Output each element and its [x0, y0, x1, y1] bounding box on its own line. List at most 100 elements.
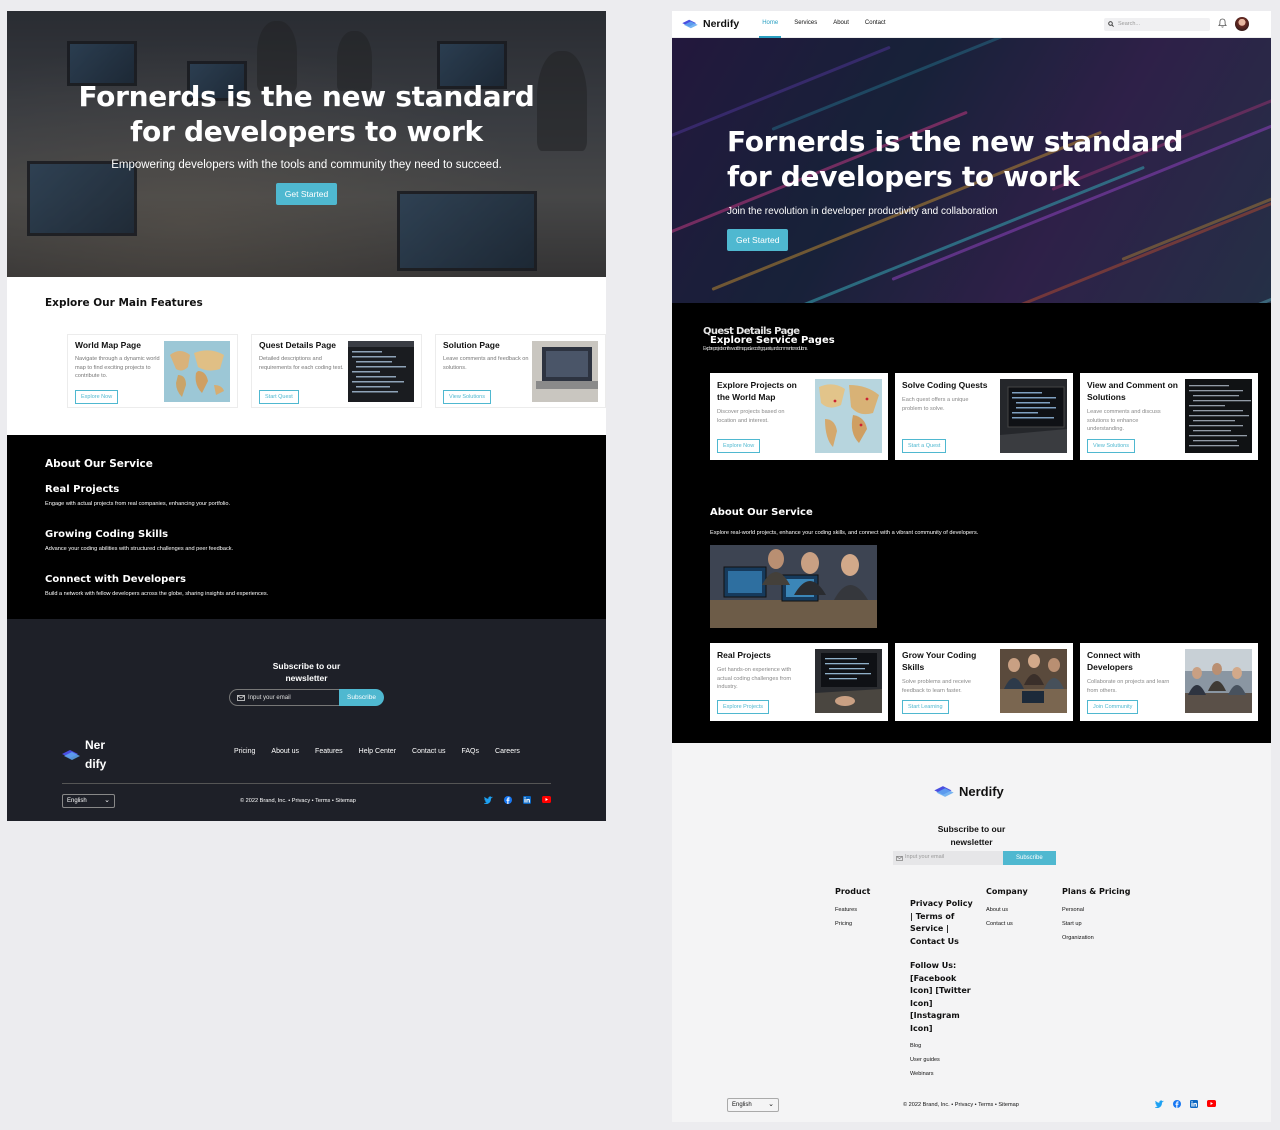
right-footer: Nerdify Subscribe to our newsletter Inpu…	[672, 743, 1271, 1122]
laptop-code-image	[1000, 379, 1067, 453]
start-quest-button[interactable]: Start a Quest	[902, 439, 947, 453]
coding-laptop-image	[815, 649, 882, 713]
newsletter-title-text: Subscribe to our newsletter	[937, 824, 1006, 847]
footer-link-features[interactable]: Features	[835, 907, 870, 913]
view-solutions-button[interactable]: View Solutions	[443, 390, 491, 404]
footer-brand[interactable]: Nerdify	[934, 784, 1004, 799]
start-quest-button[interactable]: Start Quest	[259, 390, 299, 404]
card-desc: Solve problems and receive feedback to l…	[902, 679, 972, 694]
about-item-title: Connect with Developers	[45, 574, 186, 585]
explore-projects-button[interactable]: Explore Projects	[717, 700, 770, 714]
footer-link-features[interactable]: Features	[315, 748, 343, 755]
join-community-button[interactable]: Join Community	[1087, 700, 1139, 714]
laptop-image	[532, 341, 598, 402]
about-card-real-projects: Real Projects Get hands-on experience wi…	[710, 643, 888, 721]
footer-link-faqs[interactable]: FAQs	[462, 748, 480, 755]
footer-link-about-us[interactable]: About us	[986, 907, 1028, 913]
footer-col-product: Product Features Pricing	[835, 886, 870, 935]
linkedin-icon[interactable]	[523, 796, 531, 804]
subscribe-button[interactable]: Subscribe	[339, 689, 384, 706]
footer-link-contact-us[interactable]: Contact us	[986, 921, 1028, 927]
language-value: English	[732, 1102, 752, 1108]
footer-link-careers[interactable]: Careers	[495, 748, 520, 755]
right-hero: Fornerds is the new standard for develop…	[672, 38, 1271, 303]
explore-section: Quest Details Page Explore projects on t…	[672, 303, 1271, 483]
email-placeholder: Input your email	[905, 854, 945, 860]
facebook-icon[interactable]	[1173, 1100, 1181, 1108]
meeting-image	[1185, 649, 1252, 713]
social-links	[484, 796, 551, 804]
card-title: Explore Projects on the World Map	[717, 380, 797, 402]
footer-link-user-guides[interactable]: User guides	[910, 1057, 974, 1063]
language-value: English	[67, 798, 87, 804]
nav-about[interactable]: About	[830, 11, 852, 38]
explore-now-button[interactable]: Explore Now	[717, 439, 761, 453]
overlapping-text: Explore projects on the world map, solve…	[703, 346, 808, 352]
card-desc: Each quest offers a unique problem to so…	[902, 397, 969, 412]
bell-icon[interactable]	[1218, 18, 1227, 28]
explore-now-button[interactable]: Explore Now	[75, 390, 119, 404]
footer-link-pricing[interactable]: Pricing	[835, 921, 870, 927]
language-select[interactable]: English ⌄	[727, 1098, 779, 1112]
about-title: About Our Service	[45, 458, 153, 470]
get-started-button[interactable]: Get Started	[727, 229, 789, 251]
footer-link-organization[interactable]: Organization	[1062, 935, 1130, 941]
subscribe-button[interactable]: Subscribe	[1003, 851, 1056, 865]
card-desc: Collaborate on projects and learn from o…	[1087, 679, 1170, 694]
language-select[interactable]: English ⌄	[62, 794, 115, 808]
footer-link-contact[interactable]: Contact us	[412, 748, 445, 755]
nav-home[interactable]: Home	[759, 11, 782, 38]
avatar[interactable]	[1235, 17, 1249, 31]
mail-icon	[237, 695, 245, 701]
youtube-icon[interactable]	[1207, 1100, 1216, 1107]
view-solutions-button[interactable]: View Solutions	[1087, 439, 1135, 453]
footer-link-startup[interactable]: Start up	[1062, 921, 1130, 927]
footer-col-legal: Privacy Policy | Terms of Service | Cont…	[910, 898, 974, 1085]
email-input[interactable]: Input your email	[893, 851, 1003, 865]
features-section: Explore Our Main Features World Map Page…	[7, 277, 606, 435]
newsletter-title: Subscribe to our newsletter	[672, 823, 1271, 848]
brand-name: Nerdify	[703, 18, 740, 30]
team-photo	[710, 545, 877, 628]
left-footer: Subscribe to our newsletter Input your e…	[7, 619, 606, 821]
nav-contact[interactable]: Contact	[862, 11, 889, 38]
left-hero: Fornerds is the new standard for develop…	[7, 11, 606, 277]
footer-link-help[interactable]: Help Center	[359, 748, 396, 755]
footer-link-webinars[interactable]: Webinars	[910, 1071, 974, 1077]
brand-name: Nerdify	[959, 784, 1004, 799]
code-screen-image	[1185, 379, 1252, 453]
code-editor-image	[348, 341, 414, 402]
footer-link-personal[interactable]: Personal	[1062, 907, 1130, 913]
footer-link-blog[interactable]: Blog	[910, 1043, 974, 1049]
service-card-world-map: Explore Projects on the World Map Discov…	[710, 373, 888, 460]
email-input[interactable]: Input your email	[229, 689, 340, 706]
copyright: © 2022 Brand, Inc. • Privacy • Terms • S…	[240, 798, 356, 804]
footer-link-about[interactable]: About us	[271, 748, 299, 755]
group-coding-image	[1000, 649, 1067, 713]
brand[interactable]: Nerdify	[682, 18, 739, 30]
twitter-icon[interactable]	[484, 796, 493, 804]
legal-links[interactable]: Privacy Policy | Terms of Service | Cont…	[910, 898, 974, 948]
world-map-image	[164, 341, 230, 402]
footer-link-pricing[interactable]: Pricing	[234, 748, 255, 755]
twitter-icon[interactable]	[1155, 1100, 1164, 1108]
col-title: Product	[835, 887, 871, 896]
email-placeholder: Input your email	[248, 695, 291, 701]
about-title: About Our Service	[710, 507, 813, 518]
facebook-icon[interactable]	[504, 796, 512, 804]
about-section: About Our Service Explore real-world pro…	[672, 483, 1271, 743]
brand-line-2: dify	[85, 757, 107, 771]
card-title: Connect with Developers	[1087, 650, 1141, 672]
linkedin-icon[interactable]	[1190, 1100, 1198, 1108]
footer-col-company: Company About us Contact us	[986, 886, 1028, 935]
hero-subtitle: Empowering developers with the tools and…	[111, 159, 502, 171]
footer-logo[interactable]: Ner dify	[62, 736, 115, 774]
footer-col-plans: Plans & Pricing Personal Start up Organi…	[1062, 886, 1130, 949]
left-page-preview: Fornerds is the new standard for develop…	[7, 11, 606, 821]
start-learning-button[interactable]: Start Learning	[902, 700, 949, 714]
nav-services[interactable]: Services	[791, 11, 820, 38]
card-title: Solve Coding Quests	[902, 380, 988, 390]
get-started-button[interactable]: Get Started	[275, 183, 338, 205]
search-input[interactable]: Search...	[1104, 18, 1210, 31]
youtube-icon[interactable]	[542, 796, 551, 803]
